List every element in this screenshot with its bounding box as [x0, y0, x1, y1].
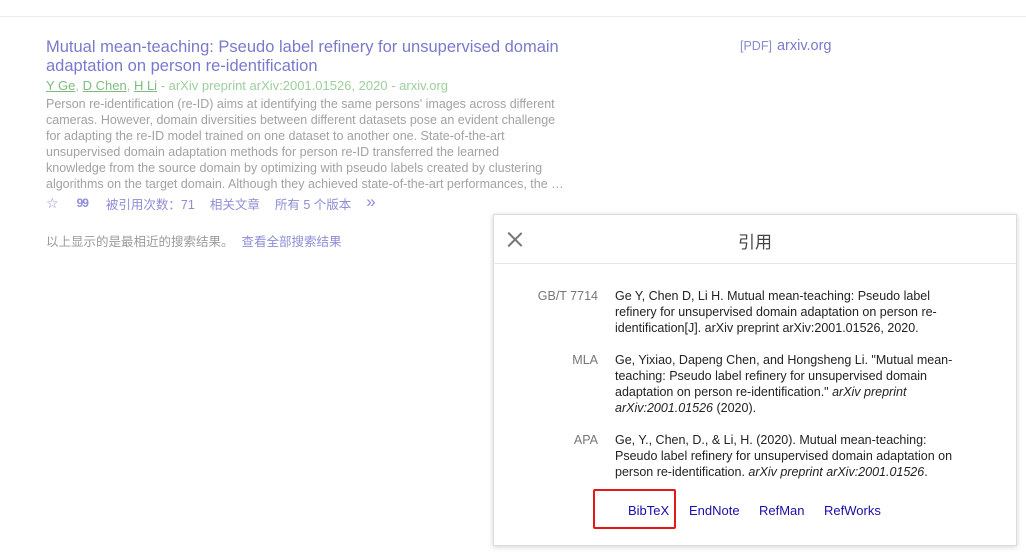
result-title-line-2[interactable]: adaptation on person re-identification [46, 57, 591, 76]
recent-results-text: 以上显示的是最相近的搜索结果。 [46, 235, 234, 249]
bibtex-highlight-box [593, 489, 676, 529]
refworks-link[interactable]: RefWorks [824, 503, 881, 518]
pdf-domain: arxiv.org [776, 38, 832, 54]
snippet-line: cameras. However, domain diversities bet… [46, 113, 556, 127]
pdf-tag: [PDF] [740, 39, 772, 53]
result-authors: Y Ge, D Chen, H Li - arXiv preprint arXi… [46, 78, 449, 93]
citation-text[interactable]: Ge, Y., Chen, D., & Li, H. (2020). Mutua… [615, 432, 980, 480]
author-link[interactable]: Y Ge [46, 78, 75, 93]
result-actions: ☆ 99 被引用次数：71 相关文章 所有 5 个版本 » [46, 192, 591, 213]
citation-format-label: GB/T 7714 [537, 289, 598, 303]
pdf-link[interactable]: [PDF] arxiv.org [740, 38, 831, 54]
all-versions-link[interactable]: 所有 5 个版本 [275, 194, 351, 213]
endnote-link[interactable]: EndNote [689, 503, 740, 518]
cited-by-link[interactable]: 被引用次数：71 [106, 194, 195, 213]
star-icon[interactable]: ☆ [46, 195, 59, 212]
author-link[interactable]: D Chen [83, 78, 127, 93]
refman-link[interactable]: RefMan [759, 503, 805, 518]
citation-text[interactable]: Ge Y, Chen D, Li H. Mutual mean-teaching… [615, 288, 980, 336]
recent-results-notice: 以上显示的是最相近的搜索结果。 查看全部搜索结果 [46, 231, 342, 250]
citation-text[interactable]: Ge, Yixiao, Dapeng Chen, and Hongsheng L… [615, 352, 980, 416]
snippet-line: unsupervised domain adaptation methods f… [46, 145, 500, 159]
cite-dialog-title: 引用 [738, 233, 772, 252]
result-source: - arXiv preprint arXiv:2001.01526, 2020 … [157, 78, 449, 93]
more-icon[interactable]: » [366, 192, 375, 212]
result-title-link[interactable]: Mutual mean-teaching: Pseudo label refin… [46, 38, 591, 76]
cite-dialog: 引用 GB/T 7714 Ge Y, Chen D, Li H. Mutual … [493, 214, 1017, 546]
snippet-line: knowledge from the source domain by opti… [46, 161, 543, 175]
related-articles-link[interactable]: 相关文章 [210, 194, 260, 213]
citation-format-label: MLA [572, 353, 598, 367]
snippet-line: for adapting the re-ID model trained on … [46, 129, 505, 143]
snippet-line: Person re-identification (re-ID) aims at… [46, 97, 555, 111]
result-title-line-1[interactable]: Mutual mean-teaching: Pseudo label refin… [46, 38, 591, 57]
cite-dialog-header: 引用 [494, 215, 1016, 264]
search-result: Mutual mean-teaching: Pseudo label refin… [46, 38, 591, 212]
author-link[interactable]: H Li [134, 78, 157, 93]
result-snippet: Person re-identification (re-ID) aims at… [46, 96, 591, 192]
citation-format-label: APA [573, 433, 598, 447]
quote-icon[interactable]: 99 [77, 196, 89, 210]
view-all-results-link[interactable]: 查看全部搜索结果 [242, 235, 342, 249]
header-divider [0, 16, 1026, 17]
snippet-line: algorithms on the target domain. Althoug… [46, 177, 564, 191]
